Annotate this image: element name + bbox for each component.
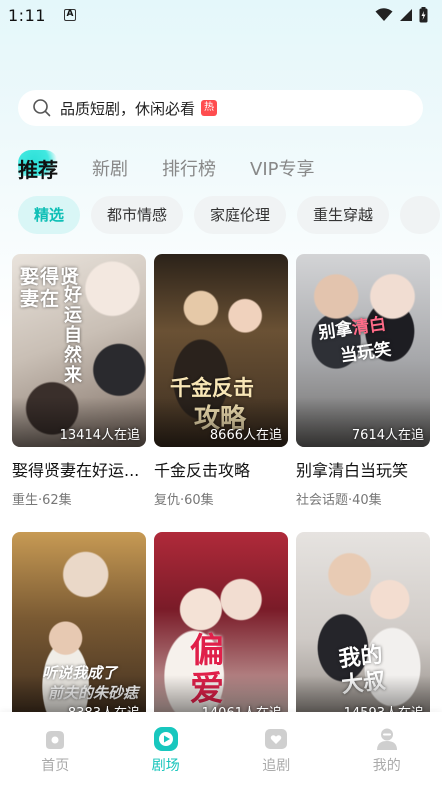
drama-card[interactable]: 偏爱 14061人在追 (154, 532, 288, 725)
tab-label: 推荐 (18, 157, 58, 182)
follower-count: 7614人在追 (351, 428, 424, 443)
chip-rebirth-timetravel[interactable]: 重生穿越 (297, 196, 390, 234)
category-chips: 精选 都市情感 家庭伦理 重生穿越 (18, 196, 441, 234)
follower-count: 13414人在追 (59, 428, 140, 443)
nav-label: 首页 (41, 758, 70, 774)
follower-count: 8666人在追 (209, 428, 282, 443)
battery-icon (419, 7, 428, 23)
drama-card[interactable]: 听说我成了 前夫的朱砂痣 8383人在追 (12, 532, 146, 725)
nav-home[interactable]: 首页 (0, 712, 111, 785)
hot-badge: 热 (201, 100, 218, 116)
drama-card[interactable]: 我的大叔 14593人在追 (296, 532, 430, 725)
chip-urban-romance[interactable]: 都市情感 (91, 196, 184, 234)
search-bar[interactable]: 品质短剧，休闲必看 热 (18, 90, 423, 126)
drama-poster: 千金反击 攻略 8666人在追 (154, 254, 288, 447)
tab-ranking[interactable]: 排行榜 (162, 150, 216, 186)
nav-theater[interactable]: 剧场 (111, 712, 222, 785)
drama-card[interactable]: 娶得贤妻在 好运自然来 13414人在追 娶得贤妻在好运... 重生·62集 (12, 254, 146, 508)
drama-poster: 别拿清白 当玩笑 7614人在追 (296, 254, 430, 447)
status-time: 1:11 (8, 5, 46, 25)
search-icon (33, 99, 51, 117)
tab-label: 新剧 (92, 159, 128, 180)
drama-meta: 复仇·60集 (154, 493, 214, 508)
wifi-icon (375, 8, 393, 21)
tab-recommend[interactable]: 推荐 (18, 150, 58, 186)
chip-more[interactable] (400, 196, 441, 234)
nav-label: 我的 (372, 758, 401, 774)
drama-title: 千金反击攻略 (154, 461, 251, 480)
drama-meta: 重生·62集 (12, 493, 72, 508)
nav-profile[interactable]: 我的 (332, 712, 442, 785)
status-bar: 1:11 A (0, 0, 442, 30)
status-icons (375, 7, 428, 23)
nav-following[interactable]: 追剧 (221, 712, 332, 785)
profile-icon (376, 728, 397, 750)
drama-meta: 社会话题·40集 (296, 493, 382, 508)
chip-family-ethics[interactable]: 家庭伦理 (194, 196, 287, 234)
tab-new[interactable]: 新剧 (92, 150, 128, 186)
drama-poster: 娶得贤妻在 好运自然来 13414人在追 (12, 254, 146, 447)
tab-label: 排行榜 (162, 159, 216, 180)
bottom-nav: 首页 剧场 追剧 我的 (0, 712, 442, 785)
search-placeholder: 品质短剧，休闲必看 (60, 99, 196, 118)
main-tabs: 推荐 新剧 排行榜 VIP专享 (18, 150, 348, 186)
tab-vip[interactable]: VIP专享 (250, 150, 314, 186)
drama-title: 别拿清白当玩笑 (296, 461, 409, 480)
drama-poster: 听说我成了 前夫的朱砂痣 8383人在追 (12, 532, 146, 725)
home-icon (46, 731, 65, 749)
signal-icon (400, 9, 412, 21)
poster-title-art-2: 好运自然来 (64, 285, 82, 386)
drama-poster: 我的大叔 14593人在追 (296, 532, 430, 725)
drama-poster: 偏爱 14061人在追 (154, 532, 288, 725)
nav-label: 追剧 (262, 758, 291, 774)
heart-icon (265, 729, 288, 749)
play-icon (153, 727, 178, 751)
drama-title: 娶得贤妻在好运... (12, 461, 140, 480)
nav-label: 剧场 (151, 758, 180, 774)
notification-icon: A (63, 9, 76, 21)
chip-featured[interactable]: 精选 (18, 196, 81, 234)
drama-card[interactable]: 别拿清白 当玩笑 7614人在追 别拿清白当玩笑 社会话题·40集 (296, 254, 430, 508)
tab-label: VIP专享 (250, 159, 315, 180)
drama-card[interactable]: 千金反击 攻略 8666人在追 千金反击攻略 复仇·60集 (154, 254, 288, 508)
